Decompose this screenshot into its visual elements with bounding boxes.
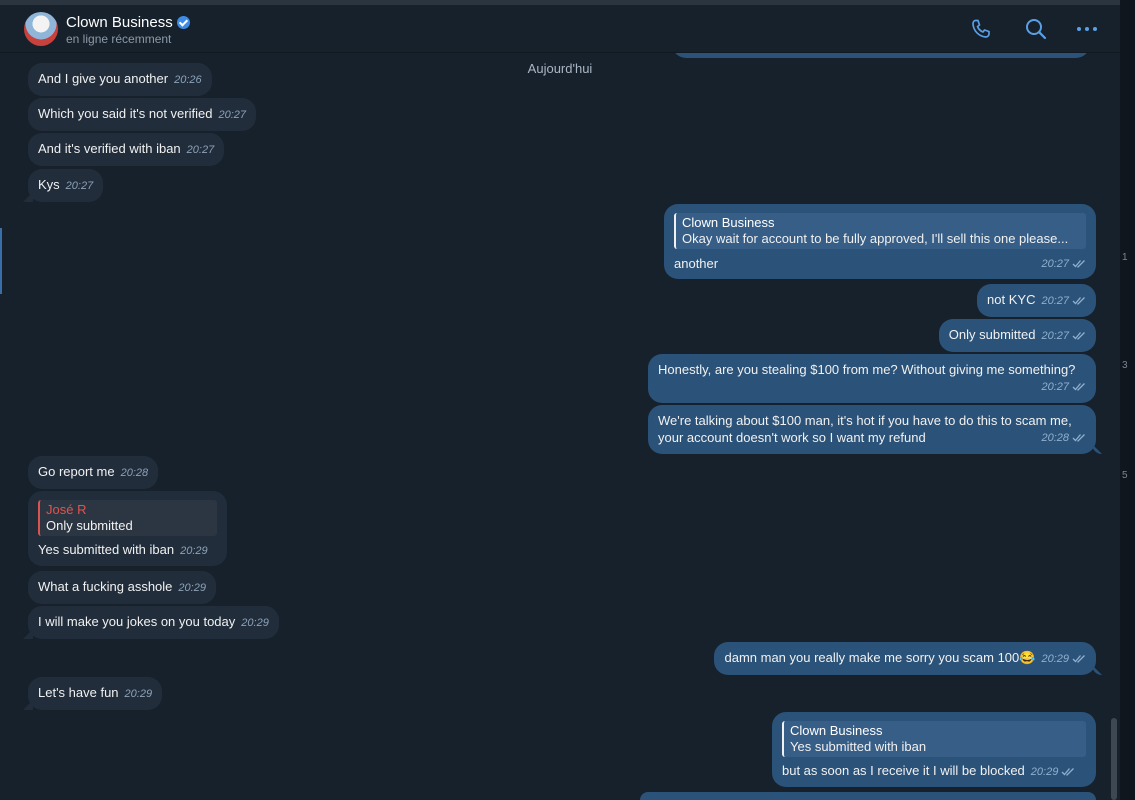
message-text: damn man you really make me sorry you sc…: [724, 650, 1036, 665]
message-time: 20:28: [1041, 432, 1069, 444]
message-bubble-incoming-reply[interactable]: José R Only submitted Yes submitted with…: [28, 491, 227, 566]
message-time: 20:27: [65, 180, 94, 192]
avatar[interactable]: [24, 12, 58, 46]
reply-quote-text: Okay wait for account to be fully approv…: [682, 231, 1069, 246]
message-text: but as soon as I receive it I will be bl…: [782, 763, 1025, 778]
message-bubble-outgoing[interactable]: Only submitted 20:27: [938, 319, 1096, 352]
scrollbar[interactable]: [1106, 53, 1120, 800]
reply-quote[interactable]: Clown Business Okay wait for account to …: [674, 213, 1086, 249]
message-time: 20:29: [1030, 766, 1059, 778]
double-check-icon: [1072, 383, 1085, 391]
message-time: 20:28: [120, 467, 149, 479]
double-check-icon: [1072, 332, 1085, 340]
message-bubble-incoming[interactable]: And I give you another 20:26: [28, 63, 212, 96]
message-bubble-incoming[interactable]: Which you said it's not verified 20:27: [28, 98, 256, 131]
edge-text: 5: [1122, 470, 1128, 481]
reply-quote-name: Clown Business: [790, 723, 883, 738]
message-text: Go report me: [38, 464, 115, 479]
message-bubble-partial[interactable]: [640, 792, 1096, 800]
message-time: 20:26: [174, 74, 202, 86]
message-text: Let's have fun: [38, 685, 119, 700]
message-text-line: your account doesn't work so I want my r…: [658, 430, 926, 445]
edge-text: 1: [1122, 252, 1128, 263]
more-icon[interactable]: [1075, 17, 1099, 41]
message-text: And it's verified with iban: [38, 141, 181, 156]
search-icon[interactable]: [1024, 17, 1048, 41]
message-bubble-outgoing[interactable]: not KYC 20:27: [977, 284, 1096, 317]
message-time: 20:29: [241, 617, 269, 629]
double-check-icon: [1061, 768, 1075, 776]
reply-quote-text: Yes submitted with iban: [790, 739, 927, 754]
message-time: 20:27: [1041, 295, 1069, 307]
message-text: What a fucking asshole: [38, 579, 173, 594]
reply-quote-name: José R: [46, 502, 87, 517]
double-check-icon: [1072, 297, 1085, 305]
message-bubble-outgoing[interactable]: damn man you really make me sorry you sc…: [714, 642, 1096, 675]
message-time: 20:27: [186, 144, 215, 156]
chat-title[interactable]: Clown Business: [66, 14, 173, 31]
verified-badge-icon: [176, 16, 190, 30]
message-text: another: [674, 256, 719, 271]
reply-quote[interactable]: Clown Business Yes submitted with iban: [782, 721, 1086, 757]
message-text: Honestly, are you stealing $100 from me?…: [658, 362, 1076, 377]
message-text: Yes submitted with iban: [38, 542, 175, 557]
message-text: Which you said it's not verified: [38, 106, 213, 121]
message-bubble-outgoing[interactable]: Honestly, are you stealing $100 from me?…: [648, 354, 1096, 403]
message-time: 20:27: [1041, 330, 1069, 342]
reply-quote[interactable]: José R Only submitted: [38, 500, 217, 536]
message-bubble-incoming[interactable]: Go report me 20:28: [28, 456, 159, 489]
message-time: 20:29: [178, 582, 206, 594]
message-text: Only submitted: [948, 327, 1036, 342]
message-bubble-incoming[interactable]: Kys 20:27: [28, 169, 104, 202]
chat-title-group[interactable]: Clown Business: [66, 14, 190, 32]
message-time: 20:27: [218, 109, 246, 121]
message-text-line: We're talking about $100 man, it's hot i…: [658, 413, 1072, 428]
background-window-edge: 1 3 5: [1120, 0, 1135, 800]
message-text: not KYC: [987, 292, 1036, 307]
reply-quote-name: Clown Business: [682, 215, 775, 230]
double-check-icon: [1072, 655, 1085, 663]
message-time: 20:29: [1041, 653, 1069, 665]
message-bubble-outgoing[interactable]: We're talking about $100 man, it's hot i…: [648, 405, 1096, 454]
reply-quote-text: Only submitted: [46, 518, 133, 533]
message-text: I will make you jokes on you today: [38, 614, 236, 629]
message-bubble-outgoing-reply[interactable]: Clown Business Yes submitted with iban b…: [772, 712, 1096, 787]
chat-header[interactable]: Clown Business en ligne récemment: [0, 5, 1120, 53]
message-time: 20:29: [180, 545, 208, 557]
message-text: Kys: [38, 177, 60, 192]
chat-status: en ligne récemment: [66, 32, 172, 46]
message-bubble-incoming[interactable]: What a fucking asshole 20:29: [28, 571, 216, 604]
double-check-icon: [1072, 260, 1085, 268]
message-time: 20:27: [1041, 258, 1069, 270]
phone-icon[interactable]: [969, 17, 993, 41]
message-time: 20:27: [1041, 381, 1069, 393]
message-bubble-outgoing-reply[interactable]: Clown Business Okay wait for account to …: [664, 204, 1096, 279]
message-bubble-incoming[interactable]: I will make you jokes on you today 20:29: [28, 606, 279, 639]
message-bubble-incoming[interactable]: And it's verified with iban 20:27: [28, 133, 225, 166]
edge-text: 3: [1122, 360, 1128, 371]
message-time: 20:29: [124, 688, 153, 700]
left-edge-indicator: [0, 228, 2, 294]
double-check-icon: [1072, 434, 1085, 442]
message-bubble-incoming[interactable]: Let's have fun 20:29: [28, 677, 163, 710]
scrollbar-thumb[interactable]: [1111, 718, 1117, 800]
message-text: And I give you another: [38, 71, 169, 86]
